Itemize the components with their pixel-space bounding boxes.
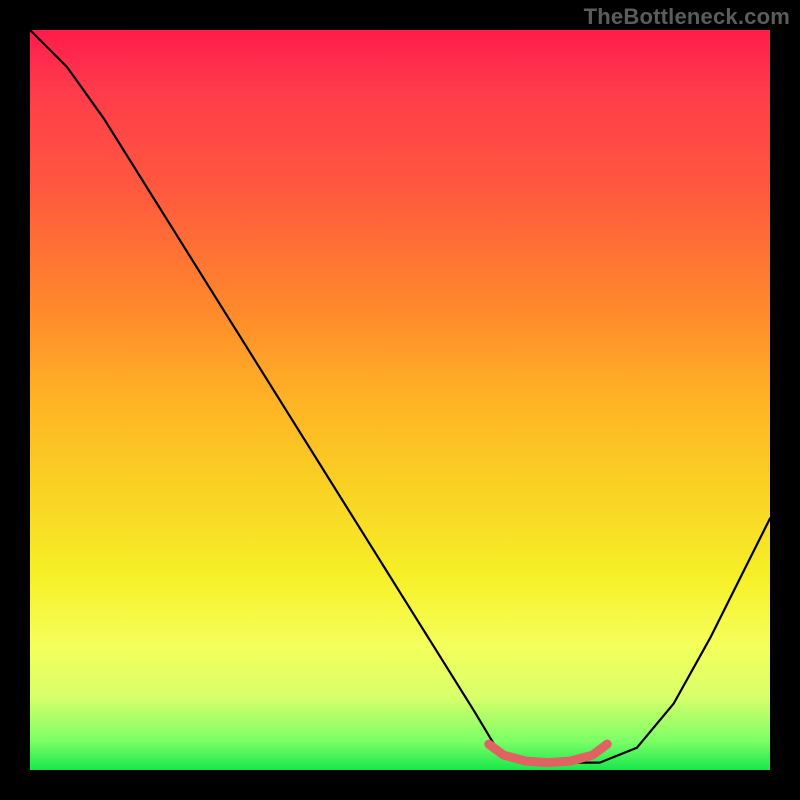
bottleneck-curve	[30, 30, 770, 763]
chart-overlay	[30, 30, 770, 770]
chart-frame: TheBottleneck.com	[0, 0, 800, 800]
highlight-valley	[489, 744, 607, 763]
watermark-text: TheBottleneck.com	[584, 4, 790, 30]
